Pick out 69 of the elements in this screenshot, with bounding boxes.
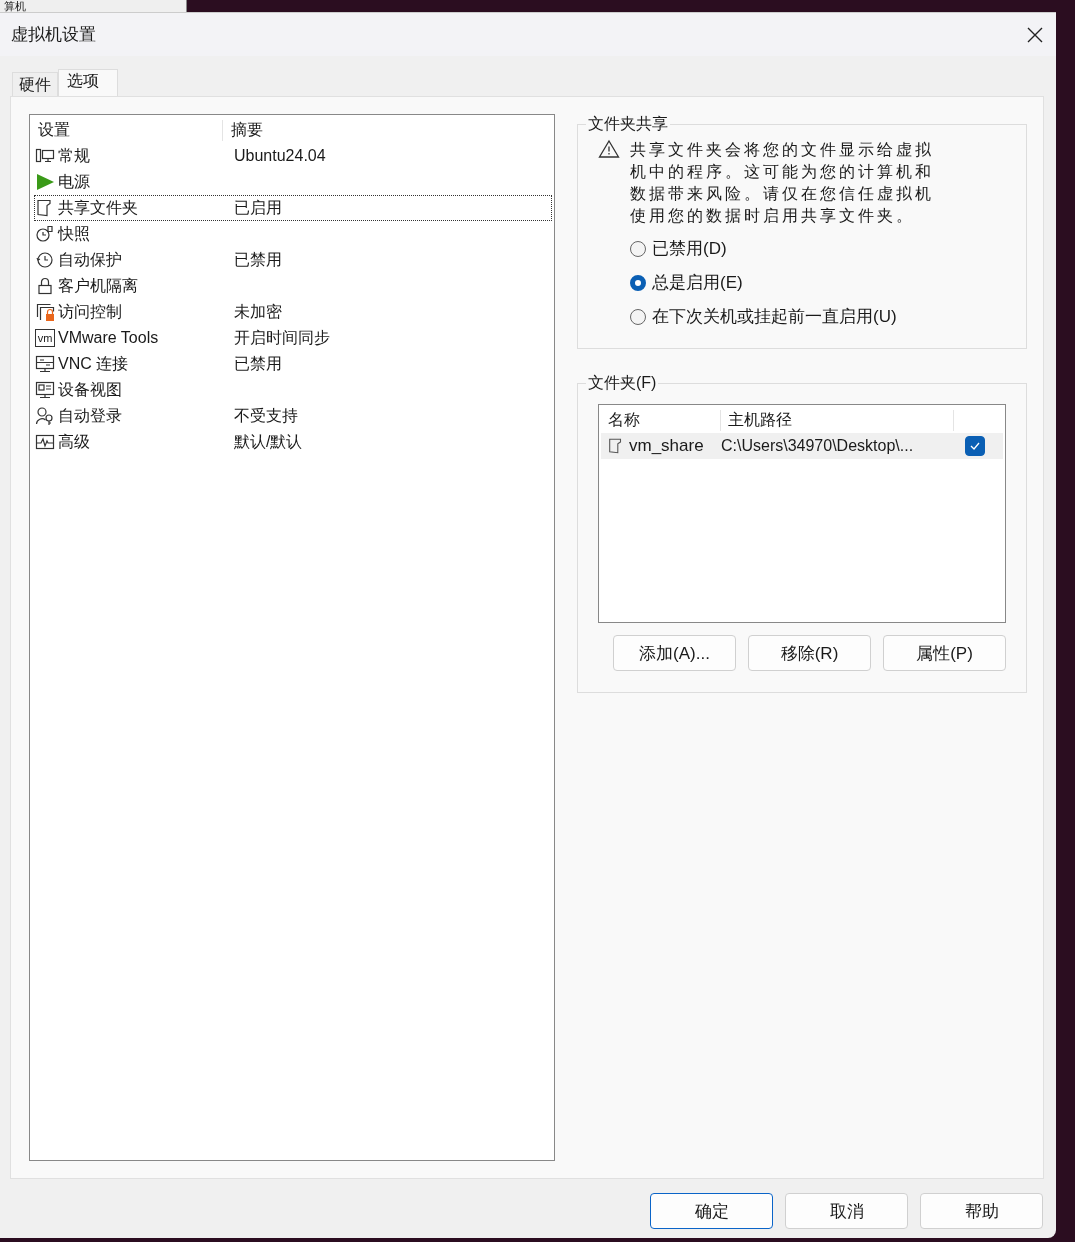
setting-name: VMware Tools [57,329,160,347]
warning-text: 共享文件夹会将您的文件显示给虚拟机中的程序。这可能为您的计算机和数据带来风险。请仅在您信任虚拟机使用您的数据时启用共享文件夹。 [630,140,935,226]
background-window-title: 算机 [0,0,187,12]
setting-name: VNC 连接 [57,353,130,374]
setting-name: 共享文件夹 [57,197,139,218]
folder-row[interactable]: vm_share C:\Users\34970\Desktop\... [601,433,1003,459]
folder-path: C:\Users\34970\Desktop\... [721,437,915,455]
column-header[interactable]: 设置 [30,119,222,141]
dialog-button[interactable]: 确定 [650,1193,773,1229]
settings-row[interactable]: 设备视图 [34,377,552,403]
lock-icon [35,276,55,296]
users-icon [35,406,55,426]
settings-row[interactable]: 自动登录 不受支持 [34,403,552,429]
clock-icon [35,224,55,244]
radio-option[interactable]: 总是启用(E) [630,271,1006,294]
settings-row[interactable]: vm VMware Tools 开启时间同步 [34,325,552,351]
settings-row[interactable]: 自动保护 已禁用 [34,247,552,273]
close-icon[interactable] [1026,25,1044,44]
vm-icon: vm [35,329,55,347]
setting-name: 快照 [56,223,91,244]
settings-row[interactable]: 客户机隔离 [34,273,552,299]
radio-option[interactable]: 在下次关机或挂起前一直启用(U) [630,305,1006,328]
warning-icon [598,139,620,159]
group-title: 文件夹共享 [587,114,669,134]
setting-summary: 已禁用 [233,249,282,270]
column-header[interactable]: 摘要 [222,119,263,141]
settings-row[interactable]: 常规 Ubuntu24.04 [34,143,552,169]
checkmark-icon [969,441,981,451]
settings-row[interactable]: 高级 默认/默认 [34,429,552,455]
settings-row[interactable]: 访问控制 未加密 [34,299,552,325]
setting-summary: 默认/默认 [233,431,303,452]
tab[interactable]: 选项 [58,69,118,96]
settings-row[interactable]: 快照 [34,221,552,247]
display-icon [35,380,55,400]
folder-button[interactable]: 添加(A)... [613,635,736,671]
window-title: 虚拟机设置 [11,24,96,46]
column-header[interactable]: 主机路径 [720,409,954,431]
tab[interactable]: 硬件 [12,72,58,96]
dialog-button[interactable]: 取消 [785,1193,908,1229]
play-icon [35,172,55,192]
setting-summary: 不受支持 [233,405,298,426]
network-icon [35,354,55,374]
setting-summary: 已启用 [233,197,282,218]
folder-name: vm_share [628,436,705,456]
checkbox[interactable] [965,436,985,456]
folder-button[interactable]: 属性(P) [883,635,1006,671]
group-title: 文件夹(F) [587,373,658,393]
settings-row[interactable]: VNC 连接 已禁用 [34,351,552,377]
setting-name: 设备视图 [57,379,123,400]
setting-name: 常规 [57,145,91,166]
setting-name: 访问控制 [57,301,123,322]
radio-option[interactable]: 已禁用(D) [630,237,1006,260]
dialog-button[interactable]: 帮助 [920,1193,1043,1229]
setting-name: 自动登录 [57,405,123,426]
setting-summary: 已禁用 [233,353,282,374]
setting-name: 客户机隔离 [57,275,139,296]
setting-name: 自动保护 [57,249,123,270]
column-header[interactable]: 名称 [601,409,720,431]
setting-summary: Ubuntu24.04 [233,147,326,165]
clock-icon [35,250,55,270]
settings-row[interactable]: 电源 [34,169,552,195]
setting-summary: 未加密 [233,301,282,322]
folder-button[interactable]: 移除(R) [748,635,871,671]
settings-row[interactable]: 共享文件夹 已启用 [34,195,552,221]
window-lock-icon [35,302,55,322]
setting-name: 电源 [57,171,91,192]
setting-summary: 开启时间同步 [233,327,330,348]
pulse-icon [35,432,55,452]
setting-name: 高级 [57,431,91,452]
